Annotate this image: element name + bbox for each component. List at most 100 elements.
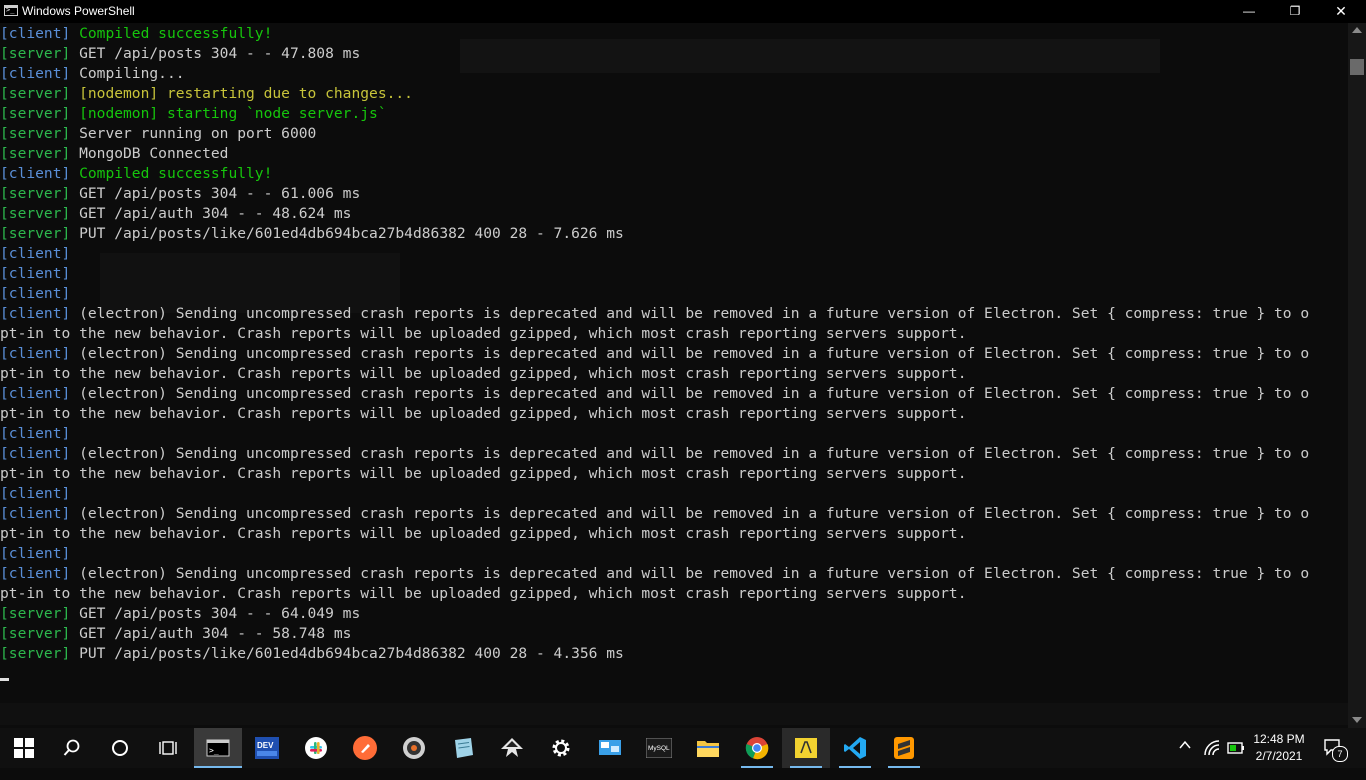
network-icon[interactable] [1203,739,1223,779]
terminal-icon: >_ [206,739,230,757]
log-message: pt-in to the new behavior. Crash reports… [0,465,967,482]
system-clock[interactable]: 12:48 PM 2/7/2021 [1250,731,1308,765]
console-line: [server] MongoDB Connected [0,144,1309,164]
log-message: (electron) Sending uncompressed crash re… [70,565,1310,582]
console-line: [server] PUT /api/posts/like/601ed4db694… [0,224,1309,244]
notes-taskbar-button[interactable] [439,728,487,768]
console-line: [client] Compiled successfully! [0,24,1309,44]
media-taskbar-button[interactable] [390,728,438,768]
log-message: GET /api/posts 304 - - 47.808 ms [70,45,361,62]
task-view-button[interactable] [144,728,192,768]
scroll-up-arrow-icon[interactable] [1352,27,1362,33]
log-message: [nodemon] starting `node server.js` [70,105,387,122]
log-message: GET /api/auth 304 - - 48.624 ms [70,205,352,222]
chrome-taskbar-button[interactable] [733,728,781,768]
notifications-button[interactable]: 7 [1323,738,1348,762]
console-line: [client] [0,284,1309,304]
mysql-icon: MySQL [646,738,672,758]
notification-count-badge: 7 [1332,746,1348,762]
log-message: Server running on port 6000 [70,125,317,142]
text-cursor [0,678,9,681]
cortana-button[interactable] [96,728,144,768]
console-line: [server] GET /api/auth 304 - - 48.624 ms [0,204,1309,224]
maximize-button[interactable]: ❐ [1272,0,1318,23]
log-message: Compiled successfully! [70,25,273,42]
log-message: (electron) Sending uncompressed crash re… [70,305,1310,322]
console-line: [client] [0,424,1309,444]
postman-taskbar-button[interactable] [341,728,389,768]
log-message: Compiled successfully! [70,165,273,182]
console-line: [client] Compiled successfully! [0,164,1309,184]
search-button[interactable] [48,728,96,768]
vertical-scrollbar[interactable] [1348,23,1366,728]
mysql-taskbar-button[interactable]: MySQL [635,728,683,768]
taskbar: >_ DEV MySQL 12:48 PM 2/7/2021 7 [0,728,1366,768]
scrollbar-thumb[interactable] [1350,59,1364,75]
slack-icon [305,737,327,759]
log-message: GET /api/posts 304 - - 61.006 ms [70,185,361,202]
log-message: [nodemon] restarting due to changes... [70,85,413,102]
slack-taskbar-button[interactable] [292,728,340,768]
close-button[interactable]: ✕ [1318,0,1364,23]
windows-logo-icon [14,738,34,758]
svg-text:>_: >_ [209,746,219,755]
inkscape-taskbar-button[interactable] [488,728,536,768]
tray-expand-chevron-icon[interactable] [1178,738,1192,778]
console-line: pt-in to the new behavior. Crash reports… [0,464,1309,484]
chrome-icon [745,737,769,760]
console-line: [client] (electron) Sending uncompressed… [0,444,1309,464]
console-line: [client] (electron) Sending uncompressed… [0,564,1309,584]
log-source-tag: [server] [0,645,71,662]
log-message: Compiling... [70,65,185,82]
log-message: GET /api/posts 304 - - 64.049 ms [70,605,361,622]
console-line: [client] [0,484,1309,504]
postman-icon [353,736,377,760]
svg-text:MySQL: MySQL [648,745,670,752]
log-source-tag: [server] [0,85,71,102]
log-source-tag: [server] [0,105,71,122]
log-source-tag: [client] [0,385,71,402]
log-source-tag: [client] [0,305,71,322]
log-source-tag: [client] [0,505,71,522]
log-message: (electron) Sending uncompressed crash re… [70,505,1310,522]
console-line: [client] (electron) Sending uncompressed… [0,344,1309,364]
console-line: [client] [0,244,1309,264]
remote-taskbar-button[interactable] [586,728,634,768]
clock-date: 2/7/2021 [1255,749,1303,763]
log-message: (electron) Sending uncompressed crash re… [70,445,1310,462]
svg-text:DEV: DEV [257,741,274,750]
console-lines: [client] Compiled successfully! [server] … [0,24,1309,664]
sublime-taskbar-button[interactable] [880,728,928,768]
notes-icon [455,738,473,758]
start-button[interactable] [0,728,48,768]
vscode-taskbar-button[interactable] [831,728,879,768]
scroll-down-arrow-icon[interactable] [1352,717,1362,723]
folder-icon [697,741,719,757]
console-line: pt-in to the new behavior. Crash reports… [0,364,1309,384]
dev-icon: DEV [255,737,279,759]
task-view-icon [159,741,177,755]
log-source-tag: [server] [0,185,71,202]
devto-taskbar-button[interactable]: DEV [243,728,291,768]
battery-icon[interactable] [1227,740,1245,780]
log-source-tag: [client] [0,25,71,42]
console-line: [server] PUT /api/posts/like/601ed4db694… [0,644,1309,664]
minimize-button[interactable]: — [1226,0,1272,23]
settings-taskbar-button[interactable] [537,728,585,768]
console-line: pt-in to the new behavior. Crash reports… [0,524,1309,544]
log-message: pt-in to the new behavior. Crash reports… [0,365,967,382]
snipping-taskbar-button[interactable] [782,728,830,768]
powershell-taskbar-button[interactable]: >_ [194,728,242,768]
console-line: [server] [nodemon] restarting due to cha… [0,84,1309,104]
media-player-icon [403,737,425,759]
log-source-tag: [client] [0,485,71,502]
console-line: [client] (electron) Sending uncompressed… [0,504,1309,524]
console-line: [client] (electron) Sending uncompressed… [0,384,1309,404]
log-message: MongoDB Connected [70,145,229,162]
log-source-tag: [client] [0,245,71,262]
console-output[interactable]: [client] Compiled successfully! [server] … [0,23,1348,728]
background-statusbar [0,703,1348,725]
explorer-taskbar-button[interactable] [684,728,732,768]
log-source-tag: [server] [0,205,71,222]
console-line: pt-in to the new behavior. Crash reports… [0,584,1309,604]
